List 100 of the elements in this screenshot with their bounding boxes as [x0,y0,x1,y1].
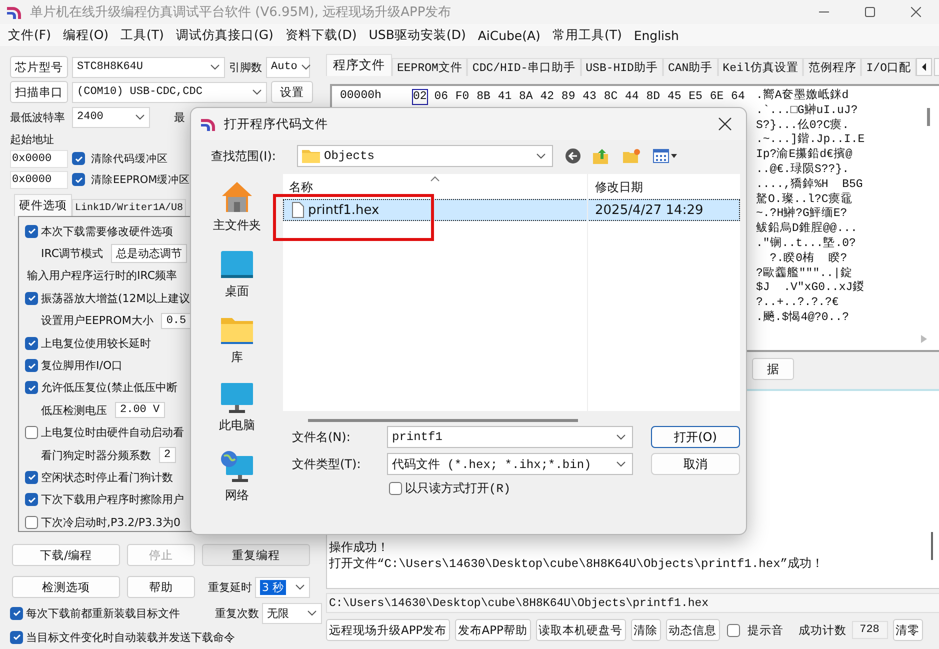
chevron-down-icon [307,610,317,616]
scrollbar-thumb[interactable] [931,532,933,560]
menu-item[interactable]: 编程(O) [56,26,115,44]
tab[interactable]: 范例程序 [803,58,862,76]
tab[interactable]: Link1D/Writer1A/U8 [72,199,186,216]
column-header[interactable]: 名称 [289,179,313,196]
view-menu-icon[interactable] [653,148,679,164]
menu-item[interactable]: 常用工具(T) [546,26,628,44]
file-type-select[interactable]: 代码文件 (*.hex; *.ihx;*.bin) [387,453,633,475]
toolbar-button[interactable]: 远程现场升级APP发布 [326,619,450,641]
action-button[interactable]: 检测选项 [12,576,120,598]
menu-item[interactable]: 工具(T) [114,26,170,44]
place-item[interactable]: 网络 [220,450,254,504]
scan-port-button[interactable]: 扫描串口 [10,81,68,103]
success-count-field: 728 [852,621,888,639]
maximize-icon[interactable] [865,7,875,17]
chevron-down-icon [252,89,262,95]
back-icon[interactable] [565,148,581,164]
column-header[interactable]: 修改日期 [589,179,740,196]
checkbox[interactable] [25,470,38,484]
address-field[interactable]: 0x0000 [10,170,68,188]
settings-button[interactable]: 设置 [271,81,313,103]
checkbox[interactable] [25,493,38,506]
menu-item[interactable]: AiCube(A) [472,28,546,42]
action-button[interactable]: 重复编程 [202,544,310,566]
scrollbar-thumb[interactable] [308,419,578,422]
place-item[interactable]: 桌面 [220,250,254,300]
hex-byte: 44 [624,89,640,105]
repeat-count-select[interactable]: 无限 [262,602,322,624]
toolbar-button[interactable]: 动态信息 [666,619,720,641]
tab[interactable]: USB-HID助手 [580,58,663,76]
port-select[interactable]: (COM10) USB-CDC,CDC [72,82,267,102]
chevron-down-icon [210,64,220,70]
scrollbar-thumb[interactable] [927,108,930,126]
reset-button[interactable]: 清零 [892,619,922,641]
tab[interactable]: CAN助手 [662,58,718,76]
checkbox[interactable] [389,482,402,494]
data-button[interactable]: 据 [752,358,794,380]
repeat-delay-select[interactable]: 3 秒 [255,576,310,598]
tab[interactable]: EEPROM文件 [392,58,468,76]
checkbox[interactable] [25,336,38,350]
pin-count-select[interactable]: Auto [266,56,310,78]
option-select[interactable]: 总是动态调节 [111,244,188,264]
baud-select[interactable]: 2400 [72,106,150,128]
checkbox[interactable] [25,224,38,238]
toolbar-button[interactable]: 发布APP帮助 [454,619,530,641]
up-folder-icon[interactable] [593,147,611,165]
ascii-line: ?歐齹艦"""..|錠 [756,266,852,282]
checkbox[interactable] [25,292,38,305]
chevron-down-icon [135,114,145,120]
toolbar-button[interactable]: 清除 [630,619,660,641]
place-item[interactable]: 此电脑 [219,382,255,434]
repeat-count-label: 重复次数 [215,606,259,620]
checkbox-label: 复位脚用作I/O口 [41,358,123,374]
option-select[interactable]: 2.00 V [115,402,165,418]
checkbox[interactable] [10,606,23,620]
look-in-select[interactable]: Objects [297,145,553,167]
checkbox[interactable] [25,381,38,394]
hex-byte: 42 [539,89,556,105]
place-item[interactable]: 主文件夹 [213,180,261,234]
place-item[interactable]: 库 [220,316,254,366]
tab[interactable]: Keil仿真设置 [718,58,804,76]
action-button[interactable]: 下载/编程 [12,544,120,566]
tab[interactable]: I/O口配 [861,58,916,76]
checkbox-label: 以只读方式打开(R) [405,480,511,496]
file-row[interactable]: printf1.hex 2025/4/27 14:29 [283,199,740,221]
hex-byte: 8C [602,89,619,105]
checkbox[interactable] [72,173,85,186]
close-icon[interactable] [911,7,921,17]
folder-icon [220,316,254,346]
option-select[interactable]: 0.5 [161,312,192,329]
checkbox[interactable] [25,426,38,440]
file-type-label: 文件类型(T): [292,456,362,472]
chip-type-button[interactable]: 芯片型号 [10,56,68,78]
tab[interactable]: 硬件选项 [14,194,72,216]
toolbar-button[interactable]: 读取本机硬盘号 [536,619,626,641]
checkbox[interactable] [72,152,85,165]
menu-item[interactable]: USB驱动安装(D) [362,26,472,44]
ascii-line: ....,獢鋽%H B5G [756,178,864,192]
checkmark-icon [26,494,36,505]
tab[interactable]: 程序文件 [326,54,392,76]
cancel-button[interactable]: 取消 [651,453,740,475]
close-icon[interactable] [718,117,732,131]
address-field[interactable]: 0x0000 [10,150,68,168]
file-name-field[interactable]: printf1 [387,426,633,448]
menu-item[interactable]: 调试仿真接口(G) [170,26,280,44]
checkbox[interactable] [25,516,38,529]
tab[interactable]: CDC/HID-串口助手 [467,58,581,76]
action-button[interactable]: 帮助 [127,576,195,598]
menu-item[interactable]: English [628,28,685,42]
checkbox[interactable] [726,624,740,636]
chip-select[interactable]: STC8H8K64U [72,56,225,78]
checkbox[interactable] [10,630,23,644]
menu-item[interactable]: 资料下载(D) [279,26,363,44]
checkmark-icon [26,360,36,371]
checkbox[interactable] [25,359,38,372]
menu-item[interactable]: 文件(F) [2,26,57,44]
option-select[interactable]: 2 [159,447,176,464]
scroll-left-icon[interactable] [916,58,932,76]
open-button[interactable]: 打开(O) [651,426,740,448]
